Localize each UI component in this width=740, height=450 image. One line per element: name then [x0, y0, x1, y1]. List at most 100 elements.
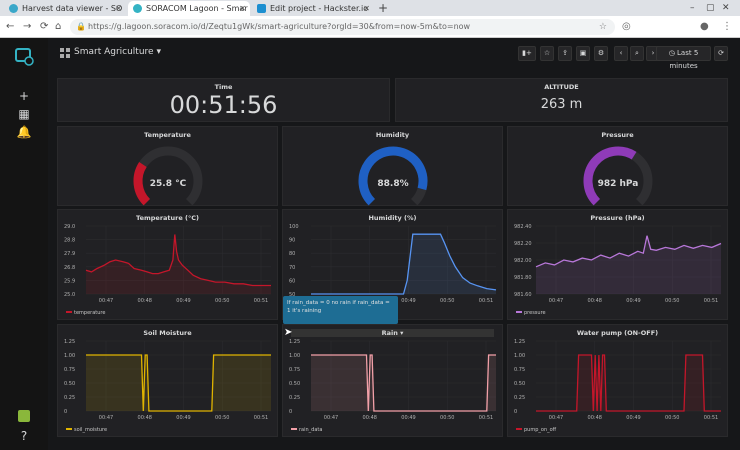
x-tick-label: 00:47 — [99, 298, 113, 304]
y-tick-label: 1.00 — [514, 353, 525, 359]
y-tick-label: 982.00 — [514, 258, 532, 264]
y-tick-label: 1.25 — [64, 339, 75, 345]
extension-icon[interactable]: ◎ — [622, 19, 631, 35]
new-tab-button[interactable]: + — [378, 0, 388, 16]
tab-harvest[interactable]: Harvest data viewer - SO ✕ — [4, 1, 126, 16]
time-value: 00:51:56 — [169, 91, 278, 119]
legend-label: pump_on_off — [524, 427, 557, 433]
y-tick-label: 1.00 — [64, 353, 75, 359]
y-tick-label: 0.25 — [289, 395, 300, 401]
x-tick-label: 00:47 — [324, 415, 338, 421]
lagoon-logo-icon[interactable] — [14, 46, 34, 68]
forward-icon[interactable]: → — [23, 19, 31, 35]
y-tick-label: 0 — [514, 409, 517, 415]
y-tick-label: 1.00 — [289, 353, 300, 359]
y-tick-label: 0.25 — [64, 395, 75, 401]
y-tick-label: 28.8 — [64, 238, 75, 244]
water-pump-chart: 0 0.25 0.50 0.75 1.00 1.25 00:47 00:48 00:49 00:5… — [514, 339, 721, 433]
close-icon[interactable]: ✕ — [115, 1, 122, 16]
bookmark-star-icon[interactable]: ☆ — [599, 19, 607, 35]
x-tick-label: 00:48 — [588, 298, 602, 304]
x-tick-label: 00:47 — [549, 415, 563, 421]
menu-icon[interactable]: ⋮ — [722, 19, 732, 35]
share-icon[interactable]: ⇪ — [558, 46, 572, 61]
x-tick-label: 00:48 — [588, 415, 602, 421]
alerting-bell-icon[interactable]: 🔔 — [14, 124, 34, 140]
browser-tab-bar: Harvest data viewer - SO ✕ SORACOM Lagoo… — [0, 0, 740, 16]
y-tick-label: 26.8 — [64, 265, 75, 271]
panel-title: Time — [214, 83, 233, 91]
tab-favicon-icon — [133, 4, 142, 13]
dashboard-grid-icon — [60, 48, 70, 58]
dashboards-icon[interactable]: ▦ — [14, 106, 34, 122]
y-tick-label: 25.0 — [64, 292, 75, 298]
y-tick-label: 0.75 — [64, 367, 75, 373]
temperature-gauge: 25.8 °C — [133, 146, 203, 206]
y-tick-label: 27.9 — [64, 251, 75, 257]
y-tick-label: 0.75 — [289, 367, 300, 373]
url-input[interactable]: 🔒 https://g.lagoon.soracom.io/d/Zeqtu1gW… — [70, 19, 615, 35]
profile-avatar[interactable]: ● — [700, 19, 709, 35]
minimize-icon[interactable]: – — [690, 0, 695, 16]
soil-moisture-panel: Soil Moisture 0 0.25 0.50 0.75 1.00 1.25 00:47… — [57, 324, 278, 437]
x-tick-label: 00:51 — [704, 298, 718, 304]
y-tick-label: 70 — [289, 265, 295, 271]
back-icon[interactable]: ← — [6, 19, 14, 35]
y-tick-label: 60 — [289, 278, 295, 284]
dashboard-title: Smart Agriculture — [74, 47, 154, 57]
lock-icon: 🔒 — [76, 22, 86, 31]
x-tick-label: 00:49 — [401, 298, 415, 304]
dashboard-nav: Smart Agriculture ▾ ▮+ ☆ ⇪ ▣ ⚙ ‹ ⌕ › ◷ L… — [48, 38, 740, 72]
y-tick-label: 981.60 — [514, 292, 532, 298]
home-icon[interactable]: ⌂ — [55, 19, 61, 35]
altitude-value: 263 m — [540, 97, 583, 112]
save-icon[interactable]: ▣ — [576, 46, 590, 61]
x-tick-label: 00:50 — [440, 415, 454, 421]
x-tick-label: 00:50 — [215, 298, 229, 304]
reload-icon[interactable]: ⟳ — [40, 19, 48, 35]
gauge-fill — [358, 146, 428, 206]
tab-hackster[interactable]: Edit project - Hackster.io ✕ — [252, 1, 374, 16]
refresh-icon[interactable]: ⟳ — [714, 46, 728, 61]
y-tick-label: 1.25 — [289, 339, 300, 345]
y-tick-label: 0.50 — [64, 381, 75, 387]
legend-label: pressure — [524, 310, 546, 316]
rain-panel: Rain ▾ 0 0.25 0.50 0.75 1.00 1.25 00:47 00:48 00… — [282, 324, 503, 437]
user-avatar[interactable] — [14, 410, 34, 426]
y-tick-label: 80 — [289, 251, 295, 257]
tab-favicon-icon — [9, 4, 18, 13]
gauge-value: 88.8% — [377, 179, 408, 189]
maximize-icon[interactable]: ▢ — [706, 0, 715, 16]
close-icon[interactable]: ✕ — [363, 1, 370, 16]
add-panel-icon[interactable]: ▮+ — [518, 46, 536, 61]
x-tick-label: 00:49 — [401, 415, 415, 421]
tab-lagoon[interactable]: SORACOM Lagoon - Smar ✕ — [128, 1, 250, 16]
gauge-value: 982 hPa — [598, 179, 639, 189]
humidity-gauge-panel: Humidity 88.8% — [282, 126, 503, 206]
rain-chart: 0 0.25 0.50 0.75 1.00 1.25 00:47 00:48 00:49 00:5… — [289, 339, 496, 433]
dashboard-title-button[interactable]: Smart Agriculture ▾ — [74, 47, 161, 57]
x-tick-label: 00:48 — [138, 298, 152, 304]
zoom-out-icon[interactable]: ⌕ — [630, 46, 644, 61]
close-icon[interactable]: ✕ — [239, 1, 246, 16]
x-tick-label: 00:49 — [626, 298, 640, 304]
settings-gear-icon[interactable]: ⚙ — [594, 46, 608, 61]
x-tick-label: 00:49 — [176, 415, 190, 421]
gauge-track — [133, 146, 203, 206]
close-window-icon[interactable]: ✕ — [722, 0, 730, 16]
series-area — [86, 234, 271, 294]
temperature-gauge-panel: Temperature 25.8 °C — [57, 126, 278, 206]
time-range-picker[interactable]: ◷ Last 5 minutes — [656, 46, 711, 70]
y-tick-label: 90 — [289, 238, 295, 244]
panel-title: ALTITUDE — [544, 83, 579, 91]
soil-moisture-chart: 0 0.25 0.50 0.75 1.00 1.25 00:47 00:48 00:49 00:5… — [64, 339, 271, 433]
add-icon[interactable]: + — [14, 88, 34, 104]
x-tick-label: 00:48 — [363, 415, 377, 421]
star-icon[interactable]: ☆ — [540, 46, 554, 61]
help-icon[interactable]: ? — [14, 428, 34, 444]
time-back-icon[interactable]: ‹ — [614, 46, 628, 61]
series-area — [311, 234, 496, 294]
y-tick-label: 0 — [289, 409, 292, 415]
x-tick-label: 00:51 — [704, 415, 718, 421]
y-tick-label: 0.25 — [514, 395, 525, 401]
